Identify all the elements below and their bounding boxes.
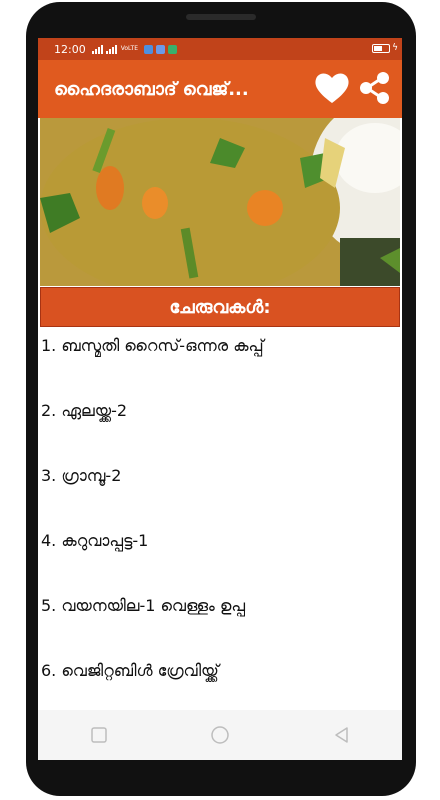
app-bar: ഹൈദരാബാദ് വെജ്... <box>38 60 402 118</box>
heart-icon[interactable] <box>313 70 351 106</box>
system-nav-bar <box>38 710 402 760</box>
page-title: ഹൈദരാബാദ് വെജ്... <box>54 78 249 100</box>
back-icon <box>335 727 349 743</box>
home-button[interactable] <box>200 715 240 755</box>
ingredient-list: 1. ബസ്മതി റൈസ്-ഒന്നര കപ്പ് 2. ഏലയ്ക്ക-2 … <box>38 328 402 718</box>
list-item: 6. വെജിറ്റബിൾ ഗ്രേവിയ്ക്ക് <box>41 661 219 680</box>
earpiece <box>186 14 256 20</box>
share-icon[interactable] <box>358 70 392 106</box>
list-item: 5. വയനയില-1 വെള്ളം ഉപ്പ <box>41 596 246 615</box>
app-icon <box>156 44 165 54</box>
ingredients-header: ചേരുവകൾ: <box>40 287 400 327</box>
list-item: 3. ഗ്രാമ്പൂ-2 <box>41 466 122 485</box>
volte-label: VoLTE <box>120 45 138 52</box>
battery-icon <box>372 44 390 53</box>
notification-icons <box>144 44 177 54</box>
recent-apps-icon <box>90 727 107 743</box>
back-button[interactable] <box>321 715 361 755</box>
recipe-photo <box>40 118 400 286</box>
lens-icon <box>168 44 177 54</box>
status-time: 12:00 <box>54 42 86 56</box>
recent-apps-button[interactable] <box>79 715 119 755</box>
list-item: 2. ഏലയ്ക്ക-2 <box>41 401 128 420</box>
list-item: 1. ബസ്മതി റൈസ്-ഒന്നര കപ്പ് <box>41 336 264 355</box>
charging-icon: ϟ <box>392 43 398 53</box>
status-bar: 12:00 VoLTE ϟ <box>38 38 402 60</box>
signal-icon-2 <box>105 44 117 54</box>
home-icon <box>211 726 229 744</box>
list-item: 4. കറുവാപ്പട്ട-1 <box>41 531 149 550</box>
download-icon <box>144 44 153 54</box>
screen: 12:00 VoLTE ϟ ഹൈദരാബാദ് വെജ്... ചേരുവകൾ:… <box>38 38 402 760</box>
signal-icon <box>91 44 103 54</box>
